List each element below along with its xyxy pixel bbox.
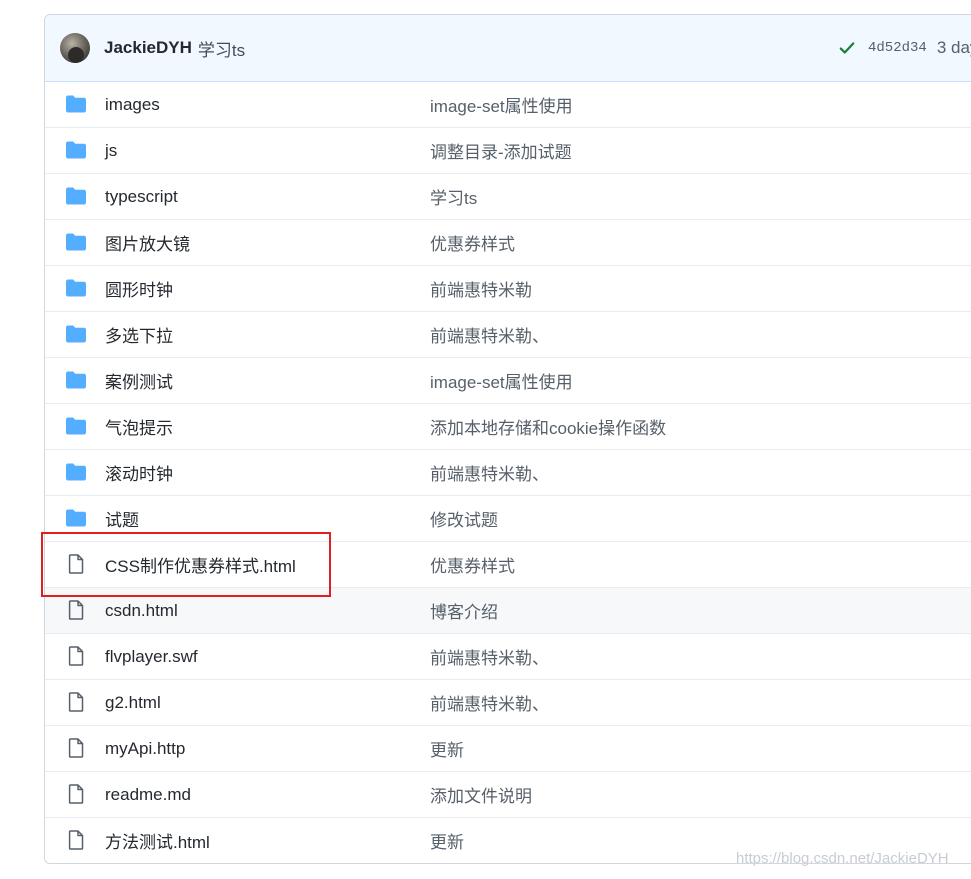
folder-icon	[65, 416, 87, 436]
file-row[interactable]: typescript 学习ts	[45, 173, 971, 219]
commit-age: 3 days ago	[936, 38, 971, 57]
commit-author[interactable]: JackieDYH	[104, 38, 192, 58]
file-commit-message[interactable]: 更新	[430, 736, 464, 761]
file-row[interactable]: CSS制作优惠券样式.html 优惠券样式	[45, 541, 971, 587]
file-row[interactable]: 气泡提示 添加本地存储和cookie操作函数	[45, 403, 971, 449]
watermark: https://blog.csdn.net/JackieDYH	[736, 850, 949, 867]
commit-meta: 4d52d34 3 days ago	[838, 15, 971, 81]
file-commit-message[interactable]: 更新	[430, 828, 464, 853]
file-row[interactable]: 多选下拉 前端惠特米勒、	[45, 311, 971, 357]
file-row[interactable]: 图片放大镜 优惠券样式	[45, 219, 971, 265]
file-commit-message[interactable]: 优惠券样式	[430, 552, 515, 577]
file-name-link[interactable]: 方法测试.html	[105, 828, 210, 853]
avatar[interactable]	[60, 33, 90, 63]
commit-sha[interactable]: 4d52d34	[868, 40, 927, 56]
file-row[interactable]: 滚动时钟 前端惠特米勒、	[45, 449, 971, 495]
file-icon	[65, 830, 87, 850]
file-name-link[interactable]: myApi.http	[105, 739, 185, 759]
folder-icon	[65, 186, 87, 206]
file-name-link[interactable]: typescript	[105, 187, 178, 207]
file-list: images image-set属性使用 js 调整目录-添加试题 typescript…	[45, 82, 971, 863]
file-commit-message[interactable]: image-set属性使用	[430, 92, 573, 117]
folder-icon	[65, 370, 87, 390]
file-commit-message[interactable]: 优惠券样式	[430, 230, 515, 255]
file-icon	[65, 692, 87, 712]
commit-message[interactable]: 学习ts	[198, 36, 245, 61]
file-commit-message[interactable]: 前端惠特米勒、	[430, 690, 549, 715]
file-commit-message[interactable]: 调整目录-添加试题	[430, 138, 572, 163]
file-name-link[interactable]: 案例测试	[105, 368, 173, 393]
folder-icon	[65, 140, 87, 160]
file-row[interactable]: csdn.html 博客介绍	[45, 587, 971, 633]
file-row[interactable]: 试题 修改试题	[45, 495, 971, 541]
file-commit-message[interactable]: 前端惠特米勒、	[430, 644, 549, 669]
file-row[interactable]: images image-set属性使用	[45, 82, 971, 127]
file-name-link[interactable]: 多选下拉	[105, 322, 173, 347]
file-name-link[interactable]: 圆形时钟	[105, 276, 173, 301]
folder-icon	[65, 508, 87, 528]
file-name-link[interactable]: 图片放大镜	[105, 230, 190, 255]
file-name-link[interactable]: images	[105, 95, 160, 115]
file-name-link[interactable]: 滚动时钟	[105, 460, 173, 485]
file-row[interactable]: 案例测试 image-set属性使用	[45, 357, 971, 403]
file-commit-message[interactable]: 博客介绍	[430, 598, 498, 623]
file-row[interactable]: js 调整目录-添加试题	[45, 127, 971, 173]
file-commit-message[interactable]: 前端惠特米勒、	[430, 322, 549, 347]
folder-icon	[65, 232, 87, 252]
file-row[interactable]: g2.html 前端惠特米勒、	[45, 679, 971, 725]
file-name-link[interactable]: readme.md	[105, 785, 191, 805]
file-commit-message[interactable]: 添加文件说明	[430, 782, 532, 807]
latest-commit-bar: JackieDYH 学习ts 4d52d34 3 days ago	[45, 15, 971, 82]
file-browser: JackieDYH 学习ts 4d52d34 3 days ago images…	[44, 14, 971, 864]
file-name-link[interactable]: 试题	[105, 506, 139, 531]
folder-icon	[65, 462, 87, 482]
file-commit-message[interactable]: 修改试题	[430, 506, 498, 531]
file-commit-message[interactable]: image-set属性使用	[430, 368, 573, 393]
folder-icon	[65, 324, 87, 344]
file-row[interactable]: readme.md 添加文件说明	[45, 771, 971, 817]
file-row[interactable]: flvplayer.swf 前端惠特米勒、	[45, 633, 971, 679]
file-icon	[65, 646, 87, 666]
file-icon	[65, 554, 87, 574]
file-icon	[65, 600, 87, 620]
folder-icon	[65, 94, 87, 114]
check-icon	[839, 42, 855, 54]
folder-icon	[65, 278, 87, 298]
file-name-link[interactable]: js	[105, 141, 117, 161]
file-name-link[interactable]: csdn.html	[105, 601, 178, 621]
file-row[interactable]: 圆形时钟 前端惠特米勒	[45, 265, 971, 311]
file-name-link[interactable]: flvplayer.swf	[105, 647, 198, 667]
file-commit-message[interactable]: 添加本地存储和cookie操作函数	[430, 414, 666, 439]
file-commit-message[interactable]: 学习ts	[430, 184, 477, 209]
file-commit-message[interactable]: 前端惠特米勒	[430, 276, 532, 301]
file-icon	[65, 784, 87, 804]
file-name-link[interactable]: 气泡提示	[105, 414, 173, 439]
file-name-link[interactable]: g2.html	[105, 693, 161, 713]
file-row[interactable]: myApi.http 更新	[45, 725, 971, 771]
file-name-link[interactable]: CSS制作优惠券样式.html	[105, 552, 296, 577]
file-icon	[65, 738, 87, 758]
file-commit-message[interactable]: 前端惠特米勒、	[430, 460, 549, 485]
